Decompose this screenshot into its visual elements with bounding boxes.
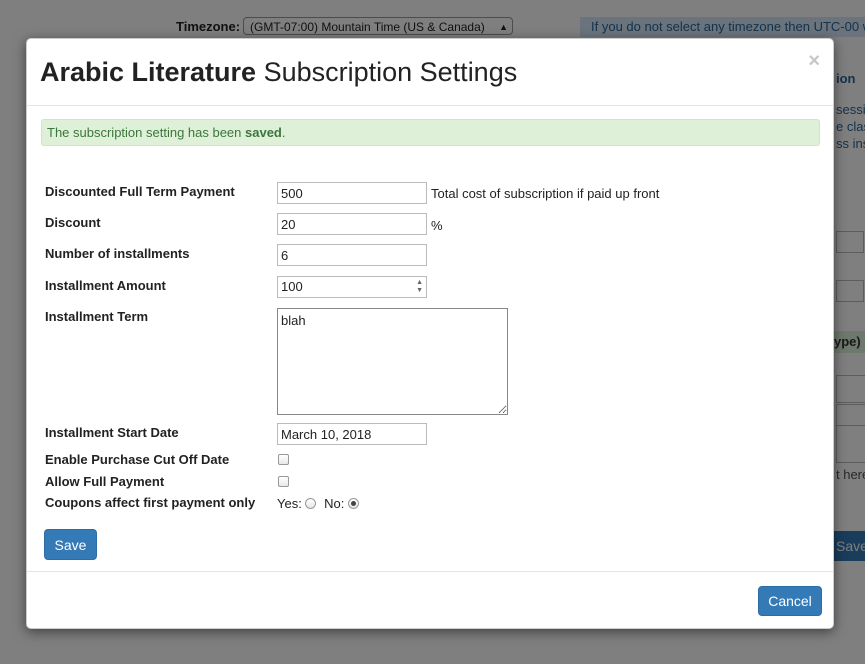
discount-input[interactable] — [277, 213, 427, 235]
cutoff-date-checkbox[interactable] — [278, 454, 289, 465]
close-icon[interactable]: × — [808, 51, 820, 71]
installments-count-input[interactable] — [277, 244, 427, 266]
full-payment-label: Allow Full Payment — [45, 474, 165, 489]
modal-title-rest: Subscription Settings — [256, 57, 518, 87]
installment-term-textarea[interactable]: blah — [277, 308, 508, 415]
discounted-full-term-input[interactable] — [277, 182, 427, 204]
modal-footer-divider — [27, 571, 833, 572]
installment-term-label: Installment Term — [45, 309, 149, 324]
modal-title: Arabic Literature Subscription Settings — [40, 57, 517, 88]
save-button[interactable]: Save — [44, 529, 97, 560]
installment-amount-value: 100 — [281, 279, 303, 294]
discount-label: Discount — [45, 215, 101, 230]
installment-amount-input[interactable]: 100 ▲ ▼ — [277, 276, 427, 298]
cancel-button[interactable]: Cancel — [758, 586, 822, 616]
discount-percent-sign: % — [431, 218, 443, 233]
subscription-settings-modal: Arabic Literature Subscription Settings … — [26, 38, 834, 629]
coupons-label: Coupons affect first payment only — [45, 495, 256, 510]
installment-amount-label: Installment Amount — [45, 278, 166, 293]
cutoff-date-label: Enable Purchase Cut Off Date — [45, 452, 230, 467]
discounted-full-term-help: Total cost of subscription if paid up fr… — [431, 186, 660, 201]
installments-count-label: Number of installments — [45, 246, 190, 261]
coupons-radio-group: Yes: No: — [277, 496, 359, 511]
coupons-no-radio[interactable] — [347, 498, 359, 509]
start-date-input[interactable] — [277, 423, 427, 445]
modal-header: Arabic Literature Subscription Settings … — [27, 39, 833, 106]
discounted-full-term-label: Discounted Full Term Payment — [45, 184, 235, 199]
start-date-label: Installment Start Date — [45, 425, 179, 440]
coupons-yes-radio[interactable] — [305, 498, 317, 509]
course-name: Arabic Literature — [40, 57, 257, 87]
success-alert: The subscription setting has been saved. — [41, 119, 820, 146]
full-payment-checkbox[interactable] — [278, 476, 289, 487]
stepper-arrows-icon[interactable]: ▲ ▼ — [416, 279, 423, 295]
coupons-yes-label: Yes: — [277, 496, 302, 511]
coupons-no-label: No: — [324, 496, 345, 511]
